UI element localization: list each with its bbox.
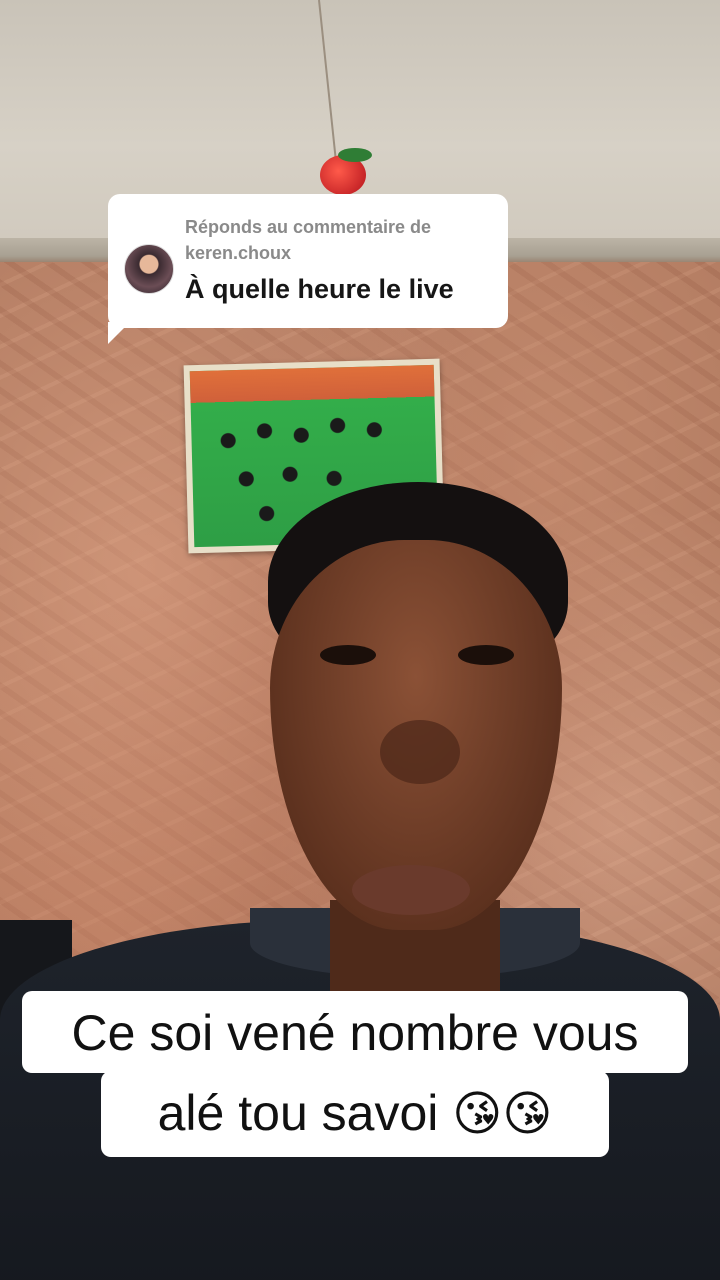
kiss-emoji-icon: 😘😘 [452, 1086, 553, 1142]
ornament-leaf [338, 148, 372, 162]
right-eye [458, 645, 514, 665]
left-eye [320, 645, 376, 665]
caption-line-1-text: Ce soi vené nombre vous [71, 1005, 639, 1061]
caption-line-2-text: alé tou savoi [157, 1085, 439, 1141]
reply-comment-text: À quelle heure le live [185, 274, 454, 304]
caption-line-1: Ce soi vené nombre vous [22, 991, 688, 1073]
sticker-tail [108, 322, 130, 344]
reply-header: Réponds au commentaire de keren.choux [185, 217, 432, 263]
caption-line-2: alé tou savoi 😘😘 [101, 1071, 609, 1157]
comment-reply-sticker[interactable]: Réponds au commentaire de keren.choux À … [108, 194, 508, 328]
commenter-avatar[interactable] [124, 244, 174, 294]
person [0, 480, 720, 1280]
nose [380, 720, 460, 784]
lips [352, 865, 470, 915]
